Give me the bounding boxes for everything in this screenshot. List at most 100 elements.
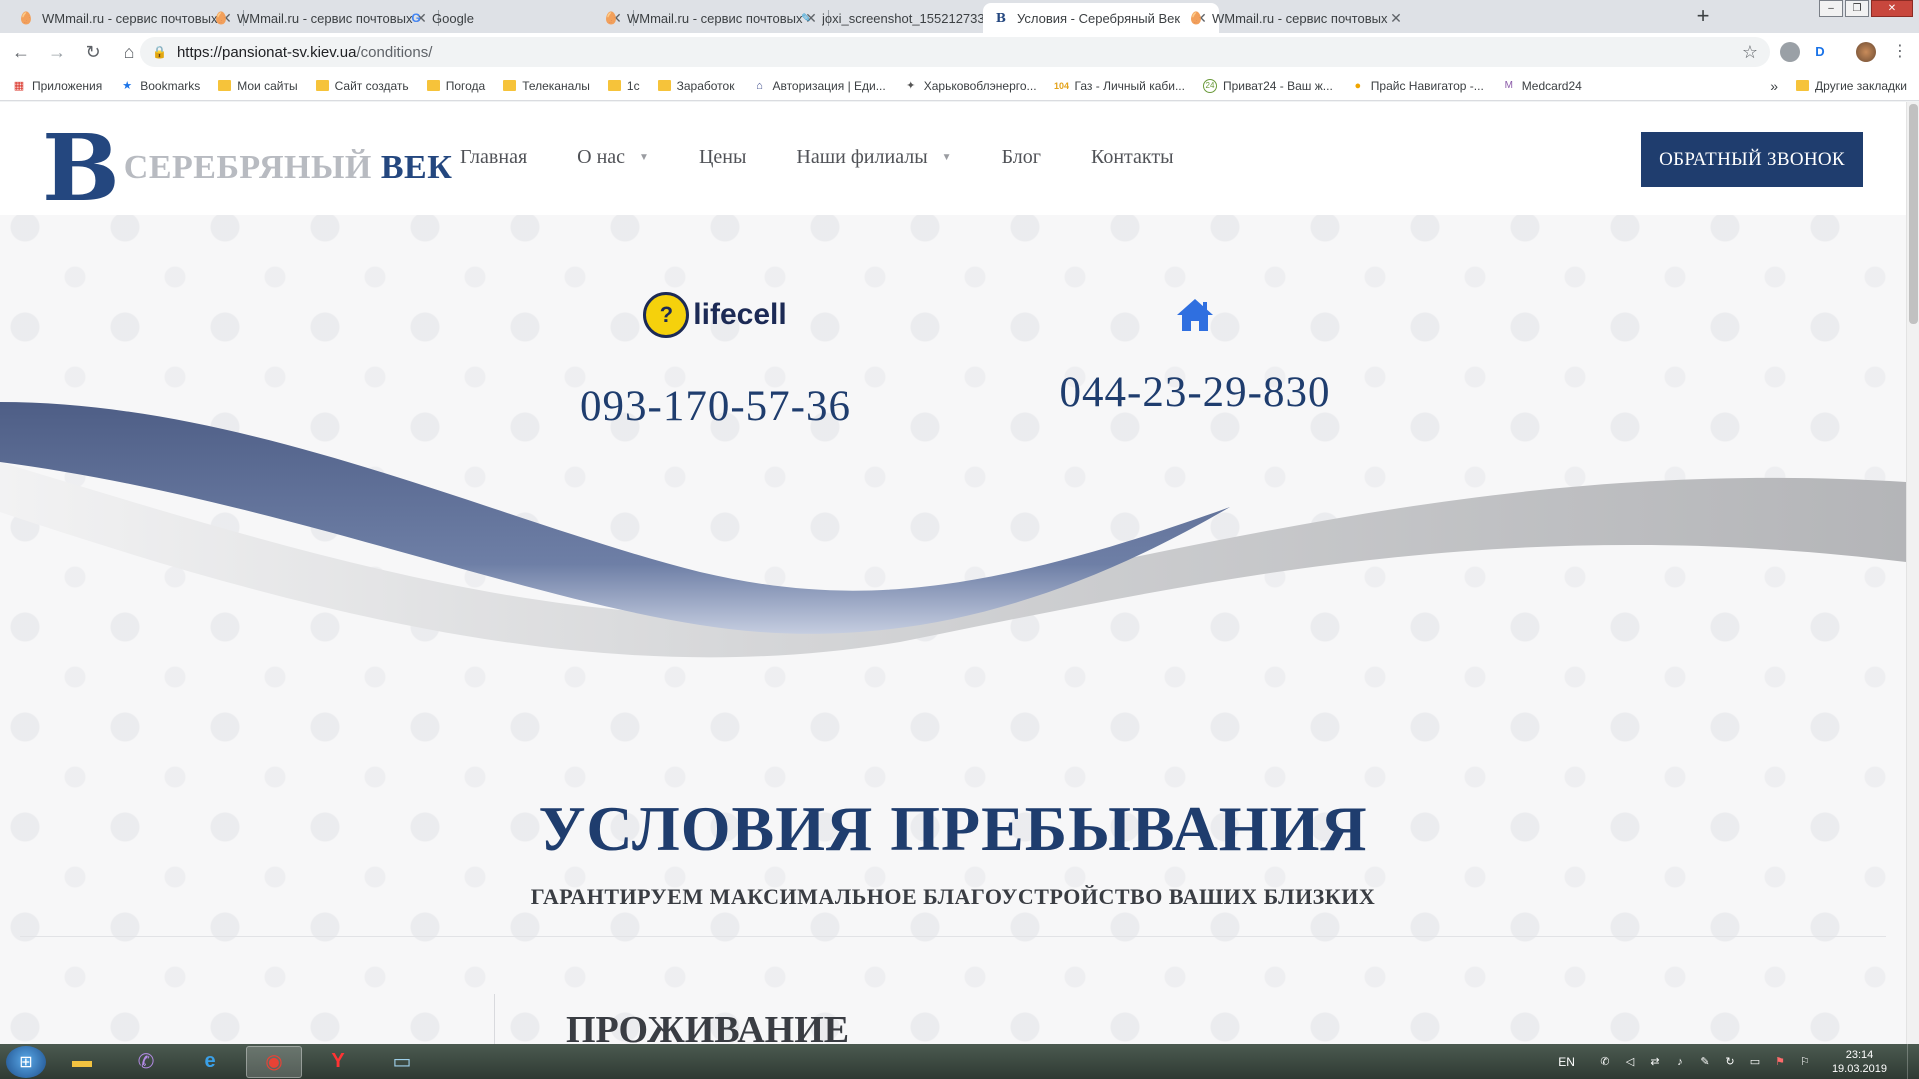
wmmail-icon: 🥚 xyxy=(213,11,229,25)
tab-title: WMmail.ru - сервис почтовых р xyxy=(627,10,803,26)
chrome-icon[interactable]: ◉ xyxy=(246,1045,302,1078)
medcard-icon: M xyxy=(1504,80,1513,91)
folder-icon xyxy=(503,80,517,91)
lifecell-logo: ? lifecell xyxy=(580,292,850,338)
address-bar[interactable]: 🔒 https://pansionat-sv.kiev.ua/condition… xyxy=(140,37,1770,67)
update-icon[interactable]: ↻ xyxy=(1722,1054,1738,1070)
speaker-mute-icon[interactable]: ◁ xyxy=(1622,1054,1638,1070)
minimize-icon[interactable]: – xyxy=(1819,0,1843,17)
show-desktop-button[interactable] xyxy=(1907,1044,1919,1079)
page-viewport: B СЕРЕБРЯНЫЙ ВЕК Главная О нас ▼ Цены Наш… xyxy=(0,102,1906,1044)
monitor-icon[interactable]: ▭ xyxy=(1747,1054,1763,1070)
other-bookmarks[interactable]: Другие закладки xyxy=(1815,79,1907,93)
restore-icon[interactable]: ❐ xyxy=(1845,0,1869,17)
action-center-icon[interactable]: ⚐ xyxy=(1797,1054,1813,1070)
system-tray: EN ✆ ◁ ⇄ ♪ ✎ ↻ ▭ ⚑ ⚐ 23:14 19.03.2019 xyxy=(1558,1044,1919,1079)
folder-icon xyxy=(218,80,232,91)
wmmail-icon: 🥚 xyxy=(18,11,34,25)
section-title: ПРОЖИВАНИЕ xyxy=(566,1009,850,1044)
forward-icon[interactable]: → xyxy=(42,37,72,67)
lifecell-icon: ? xyxy=(643,292,690,338)
bookmark-folder[interactable]: Телеканалы xyxy=(503,79,590,93)
tab-title: Условия - Серебряный Век xyxy=(1017,10,1181,26)
ie-icon[interactable]: e xyxy=(182,1046,238,1078)
privat24-icon: 24 xyxy=(1202,78,1217,93)
home-contact: 044-23-29-830 xyxy=(1050,292,1340,417)
nav-item-blog[interactable]: Блог xyxy=(1002,146,1041,169)
bookmark-folder[interactable]: Мои сайты xyxy=(218,79,298,93)
folder-icon xyxy=(607,80,621,91)
browser-tab[interactable]: 🥚 WMmail.ru - сервис почтовых р ✕ xyxy=(1178,3,1414,33)
nav-item-about[interactable]: О нас ▼ xyxy=(577,146,649,169)
menu-kebab-icon[interactable]: ⋮ xyxy=(1890,42,1910,62)
new-tab-button[interactable]: + xyxy=(1690,4,1716,30)
bookmark-folder[interactable]: 1с xyxy=(607,79,640,93)
page-subtitle: ГАРАНТИРУЕМ МАКСИМАЛЬНОЕ БЛАГОУСТРОЙСТВО… xyxy=(530,884,1376,909)
bookmark-folder[interactable]: Погода xyxy=(426,79,485,93)
tab-title: joxi_screenshot_15521273391211 xyxy=(822,10,998,26)
extension-globe-icon[interactable] xyxy=(1780,42,1800,62)
wmmail-icon: 🥚 xyxy=(603,11,619,25)
clock-date: 19.03.2019 xyxy=(1831,1062,1887,1075)
star-icon: ★ xyxy=(122,80,133,92)
page-scrollbar[interactable] xyxy=(1906,102,1919,1044)
network-icon[interactable]: ⇄ xyxy=(1647,1054,1663,1070)
bookmarks-bar: ▦ Приложения ★ Bookmarks Мои сайты Сайт со… xyxy=(0,71,1919,101)
start-button[interactable]: ⊞ xyxy=(6,1045,46,1078)
bookmark-item[interactable]: ★ Bookmarks xyxy=(120,79,200,93)
yandex-icon[interactable]: Y xyxy=(310,1046,366,1078)
avatar[interactable] xyxy=(1856,42,1876,62)
house-icon xyxy=(1050,292,1340,338)
bookmark-folder[interactable]: Заработок xyxy=(657,79,734,93)
more-bookmarks-chevron[interactable]: » xyxy=(1770,78,1778,94)
flag-icon[interactable]: ⚑ xyxy=(1772,1054,1788,1070)
back-icon[interactable]: ← xyxy=(6,37,36,67)
building-icon: ⌂ xyxy=(756,79,763,92)
folder-icon xyxy=(1796,80,1810,91)
bookmark-item[interactable]: ✦ Харьковоблэнерго... xyxy=(904,79,1036,93)
tab-title: Google xyxy=(432,10,474,26)
windows-taskbar: ⊞ ▬ ✆ e ◉ Y ▭ EN ✆ ◁ ⇄ ♪ ✎ ↻ ▭ ⚑ ⚐ 23:14… xyxy=(0,1044,1919,1079)
nav-item-contacts[interactable]: Контакты xyxy=(1091,146,1174,169)
explorer-icon[interactable]: ▬ xyxy=(54,1046,110,1078)
url-host: https://pansionat-sv.kiev.ua xyxy=(176,43,357,61)
bookmark-star-icon[interactable]: ☆ xyxy=(1742,42,1758,63)
bookmark-folder[interactable]: Сайт создать xyxy=(315,79,409,93)
bookmark-item[interactable]: ● Прайс Навигатор -... xyxy=(1351,79,1483,93)
extension-d-icon[interactable]: D xyxy=(1810,42,1830,62)
pen-icon[interactable]: ✎ xyxy=(1697,1054,1713,1070)
close-window-icon[interactable]: ✕ xyxy=(1871,0,1913,17)
viber-icon[interactable]: ✆ xyxy=(118,1046,174,1078)
bookmark-item[interactable]: ⌂ Авторизация | Еди... xyxy=(752,79,886,93)
tab-strip: 🥚 WMmail.ru - сервис почтовых р ✕ 🥚 WMma… xyxy=(0,0,1919,33)
bookmark-item[interactable]: 104 Газ - Личный каби... xyxy=(1054,79,1185,93)
viber-tray-icon[interactable]: ✆ xyxy=(1597,1054,1613,1070)
volume-icon[interactable]: ♪ xyxy=(1672,1054,1688,1070)
language-indicator[interactable]: EN xyxy=(1558,1055,1575,1069)
bookmarks-overflow: » Другие закладки xyxy=(1770,78,1907,94)
logo-word-2: ВЕК xyxy=(380,149,453,186)
nav-item-branches[interactable]: Наши филиалы ▼ xyxy=(796,146,951,169)
bookmark-item[interactable]: 24 Приват24 - Ваш ж... xyxy=(1202,78,1333,93)
wmmail-icon: 🥚 xyxy=(1188,11,1204,25)
ribbon-decoration xyxy=(0,402,1906,658)
bookmark-item[interactable]: M Medcard24 xyxy=(1502,79,1582,93)
callback-button[interactable]: ОБРАТНЫЙ ЗВОНОК xyxy=(1641,132,1863,187)
section-divider xyxy=(20,936,1886,937)
folder-icon xyxy=(426,80,440,91)
site-header: B СЕРЕБРЯНЫЙ ВЕК Главная О нас ▼ Цены Наш… xyxy=(0,102,1906,215)
gas-104-icon: 104 xyxy=(1054,80,1070,91)
nav-item-prices[interactable]: Цены xyxy=(699,146,746,169)
window-controls: – ❐ ✕ xyxy=(1819,0,1913,17)
site-logo[interactable]: B СЕРЕБРЯНЫЙ ВЕК xyxy=(42,122,452,214)
close-tab-icon[interactable]: ✕ xyxy=(1388,10,1404,27)
system-clock[interactable]: 23:14 19.03.2019 xyxy=(1832,1048,1887,1076)
reload-icon[interactable]: ↻ xyxy=(78,37,108,67)
screen-icon[interactable]: ▭ xyxy=(374,1046,430,1078)
nav-item-home[interactable]: Главная xyxy=(460,146,527,169)
folder-icon xyxy=(657,80,671,91)
browser-toolbar: ← → ↻ ⌂ 🔒 https://pansionat-sv.kiev.ua/c… xyxy=(0,33,1919,71)
scrollbar-thumb[interactable] xyxy=(1909,104,1918,324)
column-divider xyxy=(494,994,495,1044)
bookmark-apps[interactable]: ▦ Приложения xyxy=(12,79,102,93)
